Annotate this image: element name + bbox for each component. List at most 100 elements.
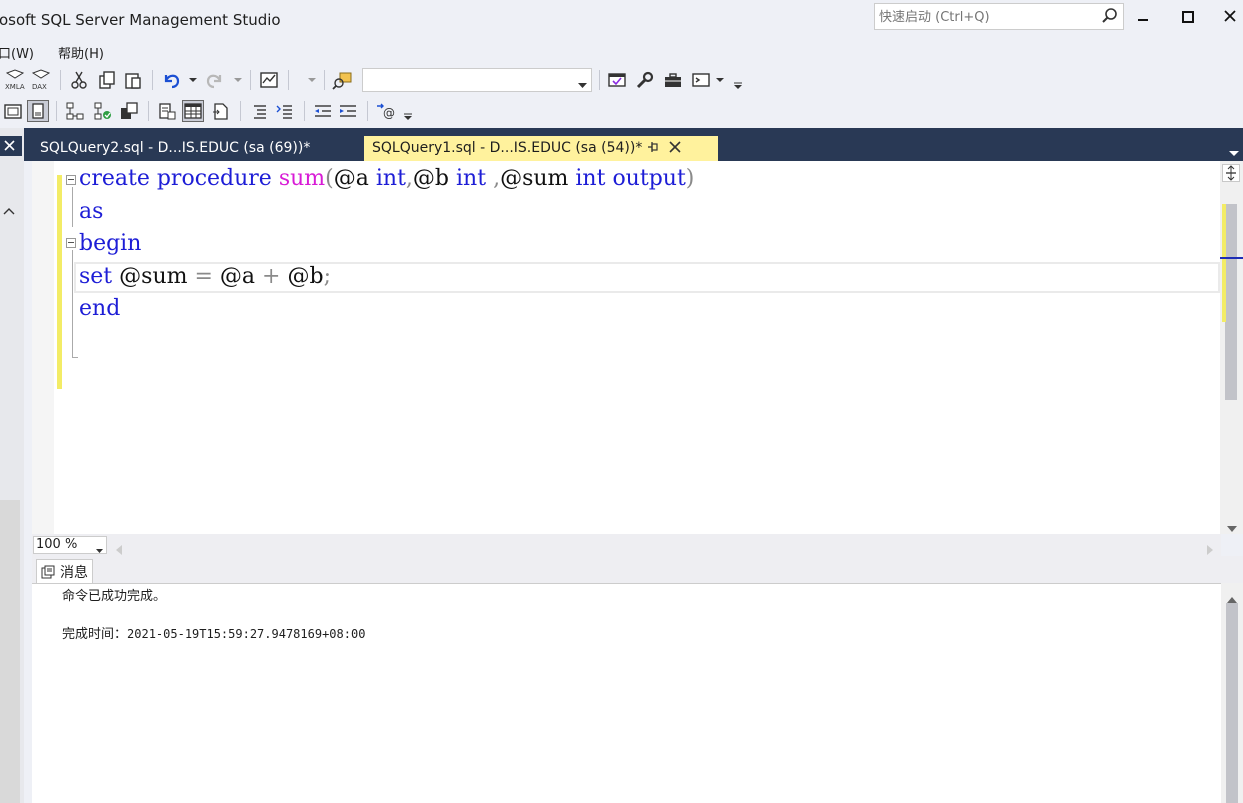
specify-values-icon[interactable]: @ — [375, 100, 397, 122]
svg-text:DAX: DAX — [32, 83, 47, 91]
chevron-up-icon[interactable] — [3, 200, 15, 219]
close-tab-icon[interactable] — [669, 141, 681, 157]
messages-pane[interactable]: 命令已成功完成。 完成时间：2021-05-19T15:59:27.947816… — [32, 583, 1222, 803]
scroll-down-icon[interactable] — [1227, 517, 1237, 536]
tab-sqlquery2[interactable]: SQLQuery2.sql - D...IS.EDUC (sa (69))* — [32, 136, 318, 161]
code-line[interactable]: end — [79, 295, 120, 323]
close-panel-button[interactable] — [0, 136, 22, 156]
change-tracking-bar — [57, 175, 62, 389]
console-icon[interactable] — [690, 69, 712, 91]
results-to-file-icon[interactable] — [210, 100, 232, 122]
toolbar-overflow-icon[interactable] — [734, 79, 742, 93]
menu-help[interactable]: 帮助(H) — [58, 43, 104, 62]
client-stats-icon[interactable] — [118, 100, 140, 122]
tab-label: SQLQuery1.sql - D...IS.EDUC (sa (54))* — [372, 140, 643, 156]
code-token: as — [79, 199, 104, 224]
messages-tab-label: 消息 — [60, 565, 88, 581]
query-editor[interactable] — [32, 161, 1243, 534]
results-to-text-icon[interactable] — [156, 100, 178, 122]
dax-icon[interactable]: DAX — [30, 69, 52, 91]
results-tab-strip: 消息 — [32, 556, 1243, 584]
query-stats-icon[interactable] — [92, 100, 114, 122]
scroll-thumb[interactable] — [1225, 204, 1237, 400]
results-to-grid-icon[interactable] — [182, 100, 204, 122]
code-token: begin — [79, 231, 142, 256]
result-message: 命令已成功完成。 — [62, 589, 167, 604]
tab-label: SQLQuery2.sql - D...IS.EDUC (sa (69))* — [40, 140, 311, 156]
tab-overflow-icon[interactable] — [1229, 142, 1239, 161]
uncomment-icon[interactable] — [274, 100, 296, 122]
cut-icon[interactable] — [68, 69, 90, 91]
xmla-icon[interactable]: XMLA — [4, 69, 26, 91]
window-title: osoft SQL Server Management Studio — [0, 11, 281, 29]
svg-text:XMLA: XMLA — [5, 83, 25, 91]
results-file-icon[interactable] — [27, 100, 49, 122]
close-window-button[interactable] — [1215, 6, 1243, 28]
menu-bar: 口(W) 帮助(H) — [0, 40, 1243, 64]
zoom-select[interactable]: 100 % — [33, 536, 107, 554]
pin-icon[interactable] — [647, 141, 659, 157]
zoom-bar: 100 % — [32, 534, 1221, 556]
code-token: create — [79, 166, 150, 191]
code-token: ; — [323, 264, 331, 289]
messages-icon — [41, 565, 55, 583]
wrench-icon[interactable] — [634, 69, 656, 91]
paste-icon[interactable] — [122, 69, 144, 91]
find-icon[interactable] — [332, 69, 354, 91]
code-token: ( — [325, 166, 334, 191]
increase-indent-icon[interactable] — [337, 100, 359, 122]
code-token: , — [493, 166, 501, 191]
svg-text:@: @ — [383, 106, 395, 120]
code-line[interactable]: as — [79, 198, 103, 226]
comment-icon[interactable] — [248, 100, 270, 122]
toolbar2-overflow-icon[interactable] — [404, 110, 412, 124]
outline-end — [72, 357, 78, 358]
scroll-thumb[interactable] — [1226, 603, 1238, 803]
dropdown-icon[interactable] — [308, 73, 316, 87]
code-token: + — [262, 264, 281, 289]
menu-window[interactable]: 口(W) — [0, 43, 34, 62]
tab-messages[interactable]: 消息 — [36, 559, 93, 584]
code-line[interactable]: create procedure sum(@a int,@b int ,@sum… — [79, 165, 694, 193]
panel-scroll-track[interactable] — [0, 500, 20, 803]
code-token: , — [405, 166, 413, 191]
tab-sqlquery1[interactable]: SQLQuery1.sql - D...IS.EDUC (sa (54))* — [364, 136, 718, 161]
editor-vertical-scrollbar[interactable] — [1220, 161, 1243, 534]
chevron-down-icon[interactable] — [578, 74, 587, 93]
code-token: int — [575, 166, 606, 191]
minimize-button[interactable] — [1128, 6, 1158, 28]
code-token: sum — [278, 166, 326, 191]
undo-dropdown-icon[interactable] — [189, 73, 197, 87]
search-icon[interactable] — [1101, 7, 1119, 25]
results-vertical-scrollbar[interactable] — [1221, 583, 1243, 803]
completion-label: 完成时间： — [62, 627, 128, 642]
quick-launch-input[interactable] — [879, 8, 1099, 26]
collapse-icon[interactable] — [66, 238, 76, 248]
database-combo[interactable] — [362, 68, 592, 92]
collapse-icon[interactable] — [66, 175, 76, 185]
code-line[interactable]: set @sum = @a + @b; — [79, 263, 331, 291]
redo-dropdown-icon[interactable] — [234, 73, 242, 87]
copy-icon[interactable] — [96, 69, 118, 91]
maximize-button[interactable] — [1173, 6, 1203, 28]
decrease-indent-icon[interactable] — [312, 100, 334, 122]
undo-icon[interactable] — [160, 69, 182, 91]
editor-margin — [32, 161, 54, 534]
results-text-icon[interactable] — [2, 100, 24, 122]
console-dropdown-icon[interactable] — [716, 73, 724, 87]
vs-icon[interactable] — [606, 69, 628, 91]
activity-monitor-icon[interactable] — [258, 69, 280, 91]
show-plan-icon[interactable] — [64, 100, 86, 122]
toolbox-icon[interactable] — [662, 69, 684, 91]
redo-icon[interactable] — [204, 69, 226, 91]
code-line[interactable]: begin — [79, 230, 141, 258]
outline-line — [72, 187, 73, 227]
quick-launch[interactable] — [874, 3, 1124, 30]
split-editor-button[interactable] — [1222, 164, 1240, 182]
code-token: @a — [333, 166, 369, 191]
